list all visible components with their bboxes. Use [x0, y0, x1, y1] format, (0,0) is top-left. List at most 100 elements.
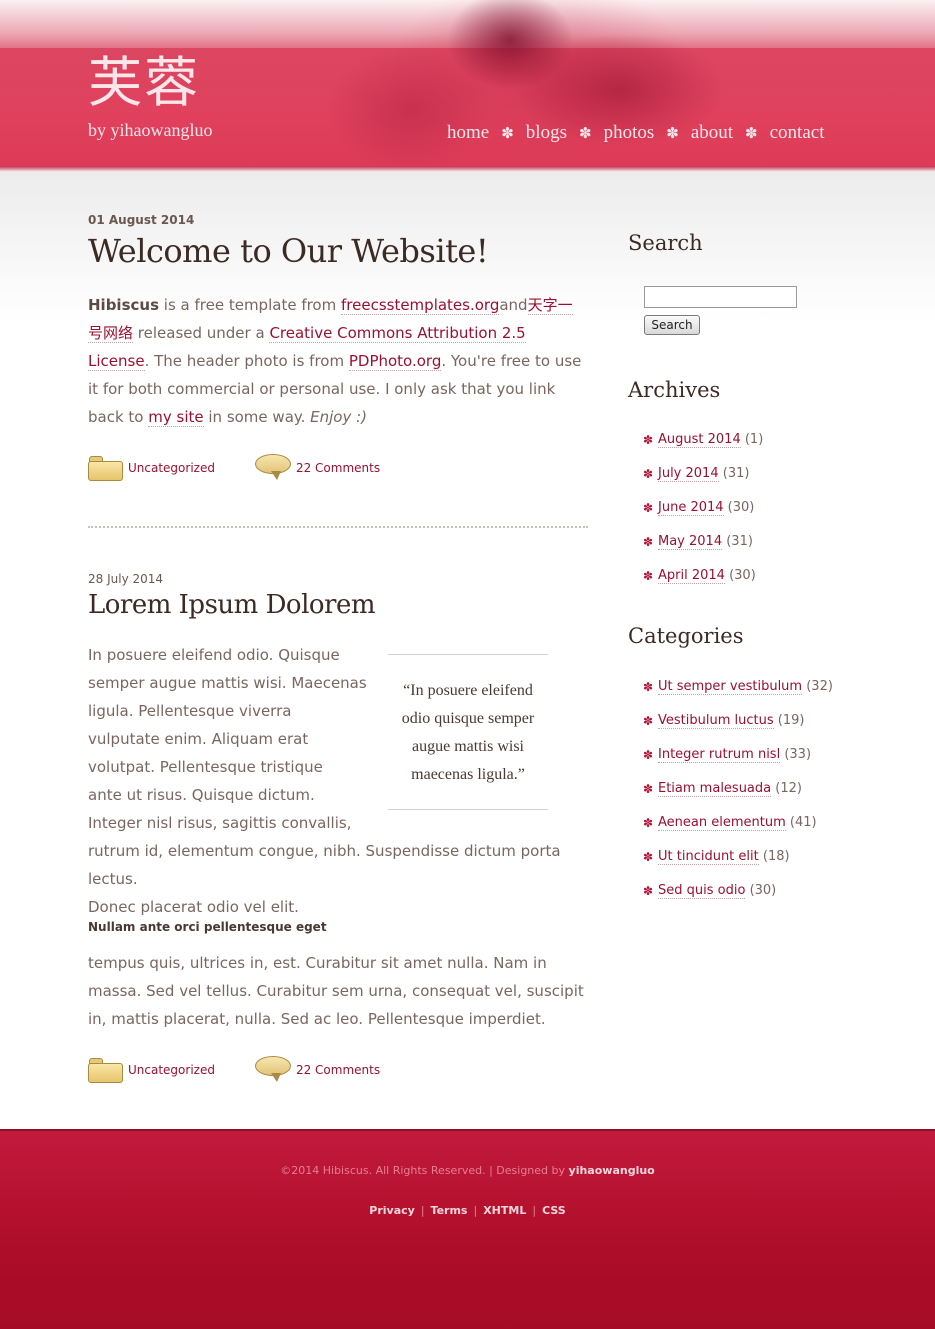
category-link[interactable]: Vestibulum luctus: [658, 713, 774, 729]
post-divider: [88, 526, 588, 528]
post-body: tempus quis, ultrices in, est. Curabitur…: [88, 954, 584, 1028]
designer-link[interactable]: yihaowangluo: [569, 1164, 655, 1177]
nav-contact[interactable]: contact: [770, 121, 825, 145]
flower-bullet-icon: ✽: [643, 569, 654, 583]
archive-count: (1): [744, 432, 764, 447]
archive-link[interactable]: July 2014: [658, 466, 719, 482]
nav-photos[interactable]: photos: [604, 121, 655, 145]
pullquote-line: “In posuere eleifend: [403, 682, 533, 699]
search-input[interactable]: [644, 286, 797, 308]
category-count: (19): [777, 713, 805, 728]
flower-bullet-icon: ✽: [643, 535, 654, 549]
post-title[interactable]: Lorem Ipsum Dolorem: [88, 588, 588, 622]
copyright: ©2014 Hibiscus. All Rights Reserved. | D…: [0, 1163, 935, 1179]
comments-link[interactable]: 22 Comments: [296, 1063, 380, 1077]
link-my-site[interactable]: my site: [148, 408, 204, 427]
pullquote-line: odio quisque semper: [401, 710, 535, 727]
archive-count: (30): [729, 568, 756, 583]
list-item: ✽ Integer rutrum nisl (33): [628, 744, 888, 778]
nav-separator-icon: ✽: [745, 124, 758, 142]
search-button[interactable]: Search: [644, 315, 700, 335]
nav-home[interactable]: home: [447, 121, 489, 145]
nav-separator-icon: ✽: [578, 124, 592, 142]
category-link[interactable]: Uncategorized: [128, 461, 215, 475]
comment-bubble-icon: [254, 1056, 291, 1084]
footer-separator: |: [420, 1204, 425, 1217]
header: 芙蓉 by yihaowangluo home ✽ blogs ✽ photos…: [0, 0, 935, 172]
footer-links: Privacy | Terms | XHTML | CSS: [0, 1203, 935, 1219]
site-tagline: by yihaowangluo: [88, 120, 213, 140]
post-emphasis: Enjoy :): [310, 408, 368, 426]
site-logo[interactable]: 芙蓉: [88, 52, 288, 114]
main-nav: home ✽ blogs ✽ photos ✽ about ✽ contact: [447, 120, 824, 146]
post-meta: Uncategorized 22 Comments: [88, 1056, 380, 1084]
footer-separator: |: [473, 1204, 478, 1217]
post-subheading: Nullam ante orci pellentesque eget: [88, 920, 327, 934]
link-pdphoto[interactable]: PDPhoto.org: [348, 352, 442, 371]
flower-bullet-icon: ✽: [643, 501, 654, 515]
post-meta: Uncategorized 22 Comments: [88, 454, 380, 482]
nav-separator-icon: ✽: [501, 124, 514, 142]
pullquote-line: augue mattis wisi: [412, 738, 524, 755]
nav-blogs[interactable]: blogs: [526, 121, 567, 145]
flower-bullet-icon: ✽: [643, 714, 654, 728]
category-link[interactable]: Etiam malesuada: [658, 781, 772, 797]
category-link[interactable]: Aenean elementum: [658, 815, 786, 831]
folder-icon: [88, 1057, 123, 1083]
nav-about[interactable]: about: [691, 121, 733, 145]
folder-icon: [88, 455, 123, 481]
category-link[interactable]: Ut tincidunt elit: [658, 849, 759, 865]
post-body: Hibiscus is a free template from freecss…: [88, 291, 584, 431]
categories-title: Categories: [628, 624, 744, 648]
flower-bullet-icon: ✽: [643, 467, 654, 481]
comment-bubble-icon: [254, 454, 291, 482]
post-text: . The header photo is from: [144, 352, 349, 370]
comments-link[interactable]: 22 Comments: [296, 461, 380, 475]
flower-bullet-icon: ✽: [643, 816, 654, 830]
footer-separator: |: [532, 1204, 537, 1217]
post-date: 01 August 2014: [88, 213, 195, 227]
flower-bullet-icon: ✽: [643, 748, 654, 762]
archive-link[interactable]: April 2014: [658, 568, 725, 584]
archive-link[interactable]: August 2014: [658, 432, 741, 448]
archive-link[interactable]: June 2014: [658, 500, 724, 516]
post-text: in some way.: [203, 408, 311, 426]
post-text: is a free template from: [159, 296, 341, 314]
flower-bullet-icon: ✽: [643, 884, 654, 898]
archives-title: Archives: [628, 378, 721, 402]
archive-count: (31): [722, 466, 750, 481]
category-link[interactable]: Ut semper vestibulum: [658, 679, 803, 695]
footer-link-privacy[interactable]: Privacy: [369, 1204, 415, 1217]
post-line: rutrum id, elementum congue, nibh. Suspe…: [88, 842, 561, 888]
list-item: ✽ Ut tincidunt elit (18): [628, 846, 888, 880]
footer-link-terms[interactable]: Terms: [431, 1204, 468, 1217]
copyright-text: ©2014 Hibiscus. All Rights Reserved. | D…: [280, 1164, 569, 1177]
list-item: ✽ July 2014 (31): [628, 463, 888, 497]
category-link[interactable]: Uncategorized: [128, 1063, 215, 1077]
link-freecsstemplates[interactable]: freecsstemplates.org: [341, 296, 500, 315]
category-count: (41): [789, 815, 817, 830]
archive-count: (31): [726, 534, 753, 549]
footer: ©2014 Hibiscus. All Rights Reserved. | D…: [0, 1129, 935, 1329]
pullquote-line: maecenas ligula.”: [411, 766, 525, 783]
category-count: (12): [775, 781, 802, 796]
nav-separator-icon: ✽: [666, 124, 679, 142]
list-item: ✽ Sed quis odio (30): [628, 880, 888, 914]
flower-bullet-icon: ✽: [643, 433, 654, 447]
post-text: released under a: [133, 324, 270, 342]
footer-link-css[interactable]: CSS: [542, 1204, 566, 1217]
categories-list: ✽ Ut semper vestibulum (32) ✽ Vestibulum l…: [628, 676, 888, 914]
archive-link[interactable]: May 2014: [658, 534, 723, 550]
category-link[interactable]: Integer rutrum nisl: [658, 747, 781, 763]
list-item: ✽ May 2014 (31): [628, 531, 888, 565]
search-title: Search: [628, 231, 703, 255]
post-line: Integer nisl risus, sagittis convallis,: [88, 814, 352, 832]
post-title[interactable]: Welcome to Our Website!: [88, 230, 588, 272]
footer-link-xhtml[interactable]: XHTML: [483, 1204, 526, 1217]
list-item: ✽ August 2014 (1): [628, 429, 888, 463]
archive-count: (30): [727, 500, 755, 515]
flower-bullet-icon: ✽: [643, 782, 654, 796]
category-count: (32): [806, 679, 833, 694]
category-link[interactable]: Sed quis odio: [658, 883, 746, 899]
list-item: ✽ Etiam malesuada (12): [628, 778, 888, 812]
